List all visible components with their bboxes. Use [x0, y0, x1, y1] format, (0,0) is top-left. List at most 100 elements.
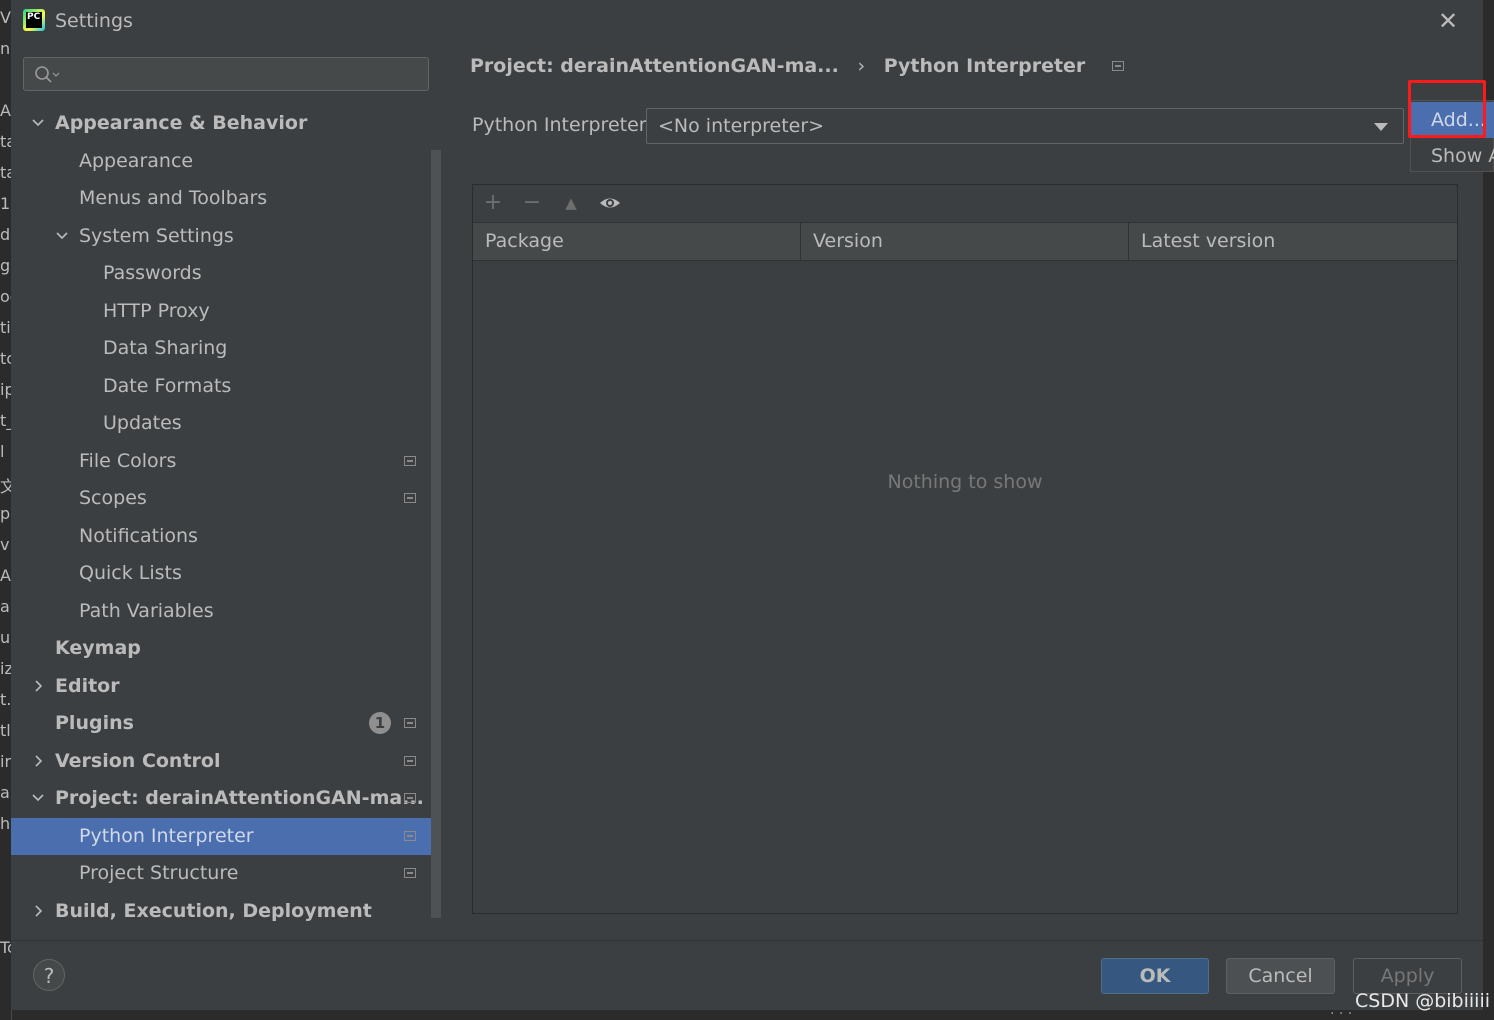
- pycharm-icon: PC: [23, 9, 45, 31]
- dialog-title: Settings: [55, 10, 133, 32]
- chevron-down-icon[interactable]: [55, 218, 71, 255]
- editor-text-fragment: h: [0, 814, 11, 833]
- editor-text-fragment: a: [0, 597, 10, 616]
- sidebar-item-label: Version Control: [55, 750, 221, 772]
- sidebar-item-scopes[interactable]: Scopes: [11, 480, 431, 517]
- ok-button[interactable]: OK: [1101, 958, 1209, 994]
- editor-text-fragment: t.: [0, 690, 12, 709]
- sidebar-item-python-interpreter[interactable]: Python Interpreter: [11, 818, 431, 855]
- column-package[interactable]: Package: [473, 223, 801, 260]
- breadcrumb-project[interactable]: Project: derainAttentionGAN-ma...: [470, 55, 839, 77]
- sidebar-item-label: Passwords: [103, 262, 202, 284]
- upgrade-package-button[interactable]: ▲: [556, 187, 586, 219]
- popup-item-show-all[interactable]: Show All...: [1411, 138, 1494, 174]
- project-level-icon: [404, 456, 416, 466]
- dialog-titlebar: PC Settings ✕: [11, 0, 1483, 42]
- project-level-icon: [404, 718, 416, 728]
- sidebar-item-label: Scopes: [79, 487, 147, 509]
- annotation-highlight-box: [1408, 80, 1486, 138]
- apply-button[interactable]: Apply: [1353, 958, 1462, 994]
- editor-text-fragment: 1: [0, 194, 11, 213]
- sidebar-item-project-derainattentiongan-ma[interactable]: Project: derainAttentionGAN-ma...: [11, 780, 431, 817]
- sidebar-item-editor[interactable]: Editor: [11, 668, 431, 705]
- project-level-icon: [404, 868, 416, 878]
- editor-text-fragment: p: [0, 504, 11, 523]
- sidebar-item-http-proxy[interactable]: HTTP Proxy: [11, 293, 431, 330]
- sidebar-item-appearance-behavior[interactable]: Appearance & Behavior: [11, 105, 431, 142]
- search-icon: [35, 66, 60, 83]
- breadcrumb-separator: ›: [857, 55, 866, 77]
- sidebar-item-label: Plugins: [55, 712, 134, 734]
- watermark: CSDN @bibiiiii: [1355, 990, 1491, 1012]
- settings-content: Project: derainAttentionGAN-ma... › Pyth…: [443, 42, 1483, 940]
- sidebar-item-label: Project Structure: [79, 862, 239, 884]
- sidebar-item-label: System Settings: [79, 225, 234, 247]
- breadcrumb-page: Python Interpreter: [883, 55, 1086, 77]
- project-level-icon: [404, 793, 416, 803]
- sidebar-item-label: File Colors: [79, 450, 177, 472]
- sidebar-item-plugins[interactable]: Plugins 1: [11, 705, 431, 742]
- editor-text-fragment: V: [0, 8, 11, 27]
- sidebar-item-notifications[interactable]: Notifications: [11, 518, 431, 555]
- sidebar-item-keymap[interactable]: Keymap: [11, 630, 431, 667]
- column-latest-version[interactable]: Latest version: [1129, 223, 1457, 260]
- packages-table-header: Package Version Latest version: [473, 223, 1457, 261]
- dialog-footer: ? OK Cancel Apply: [11, 940, 1483, 1010]
- sidebar-item-version-control[interactable]: Version Control: [11, 743, 431, 780]
- chevron-right-icon[interactable]: [31, 668, 47, 705]
- sidebar-item-quick-lists[interactable]: Quick Lists: [11, 555, 431, 592]
- editor-text-fragment: a: [0, 783, 10, 802]
- editor-text-fragment: ir: [0, 752, 12, 771]
- chevron-down-icon[interactable]: [31, 780, 47, 817]
- sidebar-item-label: Build, Execution, Deployment: [55, 900, 372, 922]
- sidebar-item-data-sharing[interactable]: Data Sharing: [11, 330, 431, 367]
- remove-package-button[interactable]: −: [517, 187, 547, 219]
- help-button[interactable]: ?: [33, 959, 65, 991]
- sidebar-item-menus-and-toolbars[interactable]: Menus and Toolbars: [11, 180, 431, 217]
- project-level-icon: [404, 493, 416, 503]
- project-level-icon: [404, 756, 416, 766]
- chevron-right-icon[interactable]: [31, 743, 47, 780]
- update-count-badge: 1: [369, 712, 391, 734]
- sidebar-item-project-structure[interactable]: Project Structure: [11, 855, 431, 892]
- sidebar-scrollbar[interactable]: [431, 150, 441, 918]
- chevron-right-icon[interactable]: [31, 893, 47, 930]
- sidebar-item-file-colors[interactable]: File Colors: [11, 443, 431, 480]
- sidebar-item-appearance[interactable]: Appearance: [11, 143, 431, 180]
- sidebar-item-path-variables[interactable]: Path Variables: [11, 593, 431, 630]
- editor-text-fragment: tl: [0, 721, 11, 740]
- column-version[interactable]: Version: [801, 223, 1129, 260]
- watermark-dots: . . .: [1330, 1002, 1353, 1018]
- editor-text-fragment: l: [0, 442, 5, 461]
- packages-toolbar: + − ▲: [473, 185, 1457, 223]
- sidebar-item-label: Appearance & Behavior: [55, 112, 308, 134]
- sidebar-item-build-execution-deployment[interactable]: Build, Execution, Deployment: [11, 893, 431, 930]
- project-level-icon: [404, 831, 416, 841]
- project-level-icon: [1111, 61, 1124, 71]
- sidebar-item-label: HTTP Proxy: [103, 300, 210, 322]
- sidebar-item-system-settings[interactable]: System Settings: [11, 218, 431, 255]
- settings-sidebar: Appearance & Behavior Appearance Menus and…: [11, 42, 443, 940]
- editor-text-fragment: u: [0, 628, 11, 647]
- python-interpreter-dropdown[interactable]: <No interpreter>: [646, 108, 1404, 144]
- cancel-button[interactable]: Cancel: [1226, 958, 1335, 994]
- sidebar-item-label: Keymap: [55, 637, 141, 659]
- settings-dialog: PC Settings ✕ Appearance & Behavior Appea…: [11, 0, 1483, 1010]
- sidebar-item-label: Updates: [103, 412, 182, 434]
- sidebar-item-label: Python Interpreter: [79, 825, 254, 847]
- sidebar-item-label: Editor: [55, 675, 120, 697]
- sidebar-item-label: Quick Lists: [79, 562, 182, 584]
- sidebar-item-date-formats[interactable]: Date Formats: [11, 368, 431, 405]
- python-interpreter-label: Python Interpreter:: [472, 114, 653, 136]
- add-package-button[interactable]: +: [478, 187, 508, 219]
- settings-search-input[interactable]: [23, 57, 429, 91]
- sidebar-item-passwords[interactable]: Passwords: [11, 255, 431, 292]
- sidebar-item-label: Project: derainAttentionGAN-ma...: [55, 787, 424, 809]
- packages-panel: + − ▲ Package Version Latest version Not…: [472, 184, 1458, 914]
- eye-icon[interactable]: [598, 194, 622, 212]
- close-icon[interactable]: ✕: [1435, 8, 1461, 34]
- chevron-down-icon[interactable]: [31, 105, 47, 142]
- packages-empty-text: Nothing to show: [887, 471, 1043, 493]
- editor-text-fragment: A: [0, 566, 11, 585]
- sidebar-item-updates[interactable]: Updates: [11, 405, 431, 442]
